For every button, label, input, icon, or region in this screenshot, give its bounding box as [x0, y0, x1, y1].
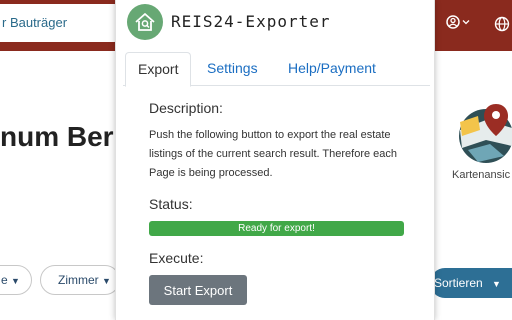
status-heading: Status:: [149, 196, 193, 212]
user-icon: [446, 15, 460, 29]
filter-pill-1[interactable]: e ▼: [0, 265, 32, 295]
filter-pill-1-label: e: [1, 273, 8, 287]
status-progress-track: Ready for export!: [149, 221, 404, 236]
filter-pill-rooms[interactable]: Zimmer ▼: [40, 265, 120, 295]
tab-export[interactable]: Export: [125, 52, 192, 87]
start-export-button[interactable]: Start Export: [149, 275, 247, 305]
chevron-down-icon: ▼: [492, 279, 501, 289]
extension-popup: REIS24-Exporter Export Settings Help/Pay…: [115, 0, 435, 320]
globe-icon[interactable]: [494, 16, 510, 32]
execute-heading: Execute:: [149, 250, 204, 266]
sort-button[interactable]: Sortieren ▼: [430, 268, 512, 298]
tab-help-payment[interactable]: Help/Payment: [288, 52, 376, 86]
description-heading: Description:: [149, 100, 223, 116]
house-search-icon: [127, 4, 163, 40]
map-view-label: Kartenansic: [452, 169, 511, 181]
extension-title: REIS24-Exporter: [171, 12, 331, 31]
chevron-down-icon: ▼: [11, 276, 20, 286]
tab-settings[interactable]: Settings: [207, 52, 258, 86]
map-view-button[interactable]: [456, 100, 512, 164]
site-search-input[interactable]: r Bauträger: [0, 4, 120, 42]
description-text: Push the following button to export the …: [149, 129, 398, 179]
map-pin-icon: [459, 104, 512, 163]
sort-button-label: Sortieren: [434, 276, 483, 290]
chevron-down-icon: [462, 18, 470, 26]
filter-pill-rooms-label: Zimmer: [58, 273, 99, 287]
tab-bar: Export Settings Help/Payment: [123, 52, 430, 87]
user-menu[interactable]: [446, 15, 470, 29]
status-progress-bar: Ready for export!: [149, 221, 404, 236]
chevron-down-icon: ▼: [102, 276, 111, 286]
